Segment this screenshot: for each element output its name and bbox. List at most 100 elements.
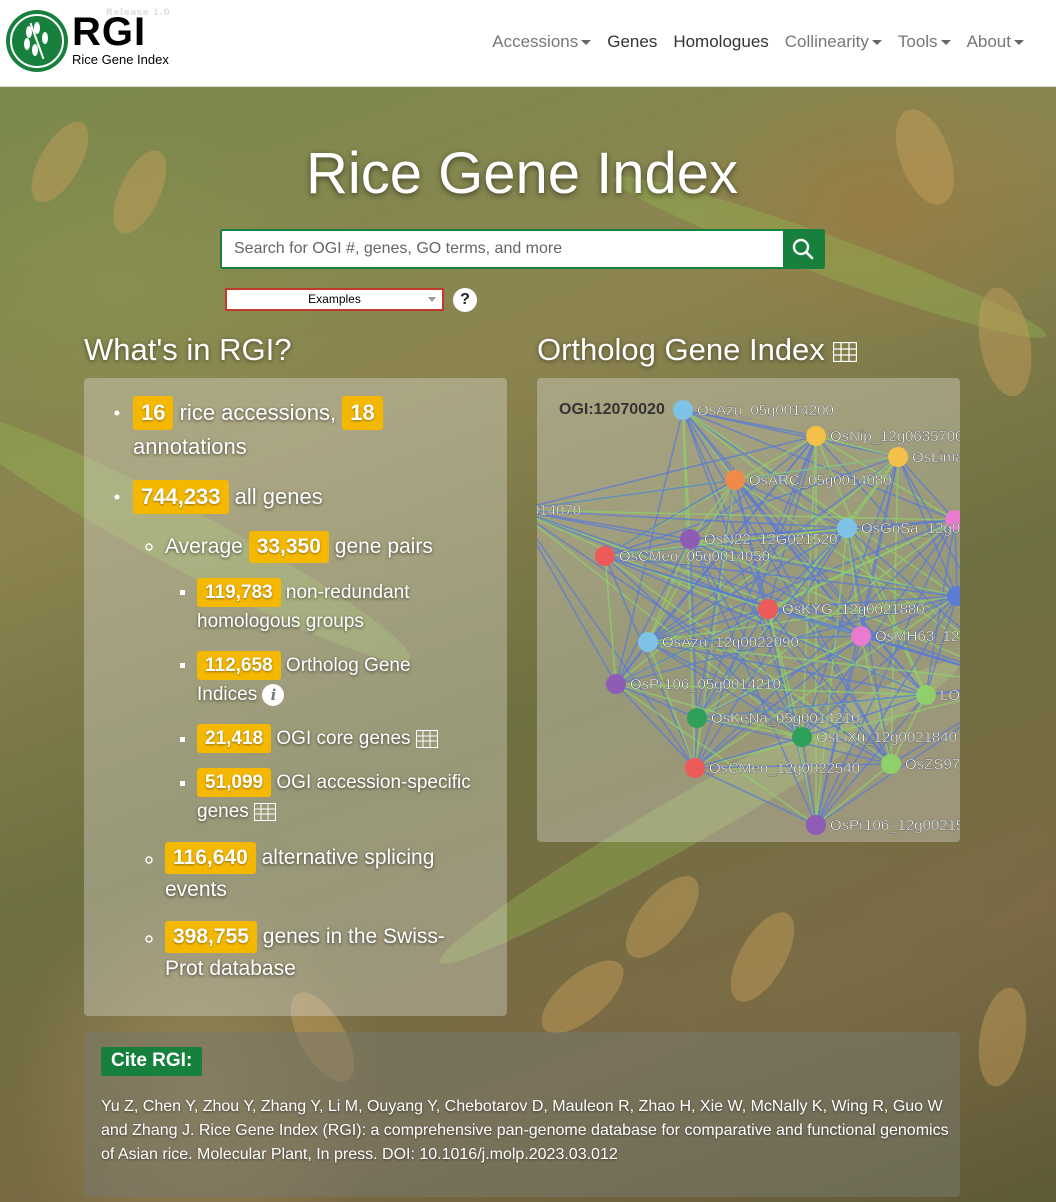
network-node[interactable] bbox=[881, 754, 901, 774]
whats-in-heading: What's in RGI? bbox=[84, 332, 292, 367]
network-node-label: OsPr106_12g0021510 bbox=[830, 817, 960, 834]
list-item-ogi: 112,658 Ortholog Gene Indices i bbox=[197, 651, 497, 709]
bullet-circle-icon bbox=[145, 543, 153, 551]
bullet-square-icon bbox=[180, 590, 185, 595]
gene-pairs-count[interactable]: 33,350 bbox=[248, 531, 329, 563]
bullet-square-icon bbox=[180, 663, 185, 668]
search-button[interactable] bbox=[783, 231, 823, 267]
ogi-network-graph[interactable]: OsAzu_05g0014200 OsNip_12g0635700 OsLima_1… bbox=[537, 378, 960, 842]
network-node-label: OsMH63_12G0366500 bbox=[875, 628, 960, 645]
network-edge bbox=[897, 456, 956, 521]
network-node-label: 014070 bbox=[537, 502, 581, 519]
main-nav: Accessions Genes Homologues Collinearity… bbox=[484, 30, 1032, 54]
network-node-label: OsNip_12g0635700 bbox=[830, 428, 960, 445]
core-count[interactable]: 21,418 bbox=[197, 724, 272, 753]
annotations-count[interactable]: 18 bbox=[342, 396, 383, 430]
specific-count[interactable]: 51,099 bbox=[197, 768, 272, 797]
accessions-count[interactable]: 16 bbox=[133, 396, 174, 430]
network-node-label: OsKeNa_05g0014210 bbox=[711, 710, 859, 727]
list-item-specific-genes: 51,099 OGI accession-specific genes bbox=[197, 768, 502, 826]
cite-panel: Cite RGI: Yu Z, Chen Y, Zhou Y, Zhang Y,… bbox=[84, 1032, 960, 1197]
list-item-core-genes: 21,418 OGI core genes bbox=[197, 724, 438, 753]
nav-about[interactable]: About bbox=[959, 30, 1032, 54]
bullet-square-icon bbox=[180, 781, 185, 786]
nonred-count[interactable]: 119,783 bbox=[197, 578, 281, 607]
network-node-label: LOC_Os12g458 bbox=[940, 687, 960, 704]
info-icon[interactable]: i bbox=[262, 683, 285, 706]
list-item-swissprot: 398,755 genes in the Swiss- Prot databas… bbox=[165, 921, 485, 985]
network-node-label: OsZS97_12G03989 bbox=[905, 756, 960, 773]
brand-title[interactable]: RGI bbox=[72, 8, 146, 56]
rgi-logo-icon[interactable] bbox=[6, 10, 68, 72]
network-node[interactable] bbox=[806, 815, 826, 835]
network-node-label: OsCMeo_05g0014050 bbox=[619, 548, 770, 565]
cite-title: Cite RGI: bbox=[101, 1047, 203, 1076]
network-node-label: OsN22_12G021520 bbox=[704, 531, 837, 548]
bullet-square-icon bbox=[180, 737, 185, 742]
chevron-down-icon bbox=[871, 40, 882, 46]
network-node[interactable] bbox=[595, 546, 615, 566]
examples-select[interactable]: Examples bbox=[225, 288, 444, 311]
network-node[interactable] bbox=[806, 426, 826, 446]
chevron-down-icon bbox=[940, 40, 951, 46]
network-node[interactable] bbox=[687, 708, 707, 728]
network-edge bbox=[801, 736, 817, 826]
network-node[interactable] bbox=[685, 758, 705, 778]
network-node[interactable] bbox=[792, 727, 812, 747]
nav-accessions[interactable]: Accessions bbox=[484, 30, 599, 54]
search-input[interactable] bbox=[222, 231, 783, 267]
network-node[interactable] bbox=[606, 674, 626, 694]
network-node[interactable] bbox=[725, 470, 745, 490]
list-item-gene-pairs: Average 33,350 gene pairs bbox=[165, 531, 433, 563]
examples-selected: Examples bbox=[308, 292, 361, 306]
dropdown-arrow-icon bbox=[428, 297, 436, 302]
nav-homologues[interactable]: Homologues bbox=[665, 30, 776, 54]
ogi-network-panel[interactable]: OsAzu_05g0014200 OsNip_12g0635700 OsLima_1… bbox=[537, 378, 960, 842]
splicing-count[interactable]: 116,640 bbox=[165, 842, 256, 874]
search-icon bbox=[792, 238, 814, 260]
help-icon[interactable]: ? bbox=[453, 288, 477, 312]
network-edge bbox=[615, 683, 696, 769]
ogi-heading: Ortholog Gene Index bbox=[537, 332, 858, 368]
search-bar bbox=[220, 229, 825, 269]
nav-tools[interactable]: Tools bbox=[890, 30, 959, 54]
nav-genes[interactable]: Genes bbox=[599, 30, 665, 54]
network-node[interactable] bbox=[638, 632, 658, 652]
list-item-nonredundant: 119,783 non-redundant homologous groups bbox=[197, 578, 497, 636]
network-node[interactable] bbox=[680, 529, 700, 549]
navbar: Release 1.0 RGI Rice Gene Index Accessio… bbox=[0, 0, 1056, 87]
network-node-label: OsKYG_12g0021880 bbox=[782, 601, 925, 618]
all-genes-count[interactable]: 744,233 bbox=[133, 480, 229, 514]
ogi-id-label: OGI:12070020 bbox=[559, 401, 665, 418]
ogi-count[interactable]: 112,658 bbox=[197, 651, 281, 680]
table-icon[interactable] bbox=[833, 341, 858, 362]
network-node-label: OsPr106_05g0014210 bbox=[630, 676, 781, 693]
cite-text: Yu Z, Chen Y, Zhou Y, Zhang Y, Li M, Ouy… bbox=[101, 1098, 949, 1163]
nav-collinearity[interactable]: Collinearity bbox=[777, 30, 890, 54]
hero-title: Rice Gene Index bbox=[305, 141, 739, 206]
network-edge bbox=[615, 683, 817, 826]
network-node-label: OsAzu_05g0014200 bbox=[697, 402, 834, 419]
network-node[interactable] bbox=[916, 685, 936, 705]
network-node-label: OsGoSa_12g0021740 bbox=[861, 520, 960, 537]
network-node-label: OsARC_05g0014080 bbox=[749, 472, 892, 489]
network-node[interactable] bbox=[837, 518, 857, 538]
table-icon[interactable] bbox=[415, 729, 438, 748]
list-item-accessions: 16 rice accessions, 18 annotations bbox=[133, 396, 493, 464]
list-item-splicing: 116,640 alternative splicing events bbox=[165, 842, 485, 906]
network-node-label: OsCMeo_12g0022540 bbox=[709, 760, 860, 777]
chevron-down-icon bbox=[581, 40, 592, 46]
network-node[interactable] bbox=[673, 400, 693, 420]
chevron-down-icon bbox=[1014, 40, 1024, 46]
network-node-label: OsLiXu_12g0021840 bbox=[816, 729, 957, 746]
network-node[interactable] bbox=[758, 599, 778, 619]
swiss-count[interactable]: 398,755 bbox=[165, 921, 257, 953]
bullet-icon bbox=[114, 410, 120, 416]
network-node[interactable] bbox=[888, 447, 908, 467]
network-node[interactable] bbox=[851, 626, 871, 646]
network-node-label: OsAzu_12g0022090 bbox=[662, 634, 799, 651]
bullet-circle-icon bbox=[145, 935, 153, 943]
bullet-icon bbox=[114, 494, 120, 500]
network-edge bbox=[537, 510, 848, 529]
table-icon[interactable] bbox=[254, 802, 277, 821]
